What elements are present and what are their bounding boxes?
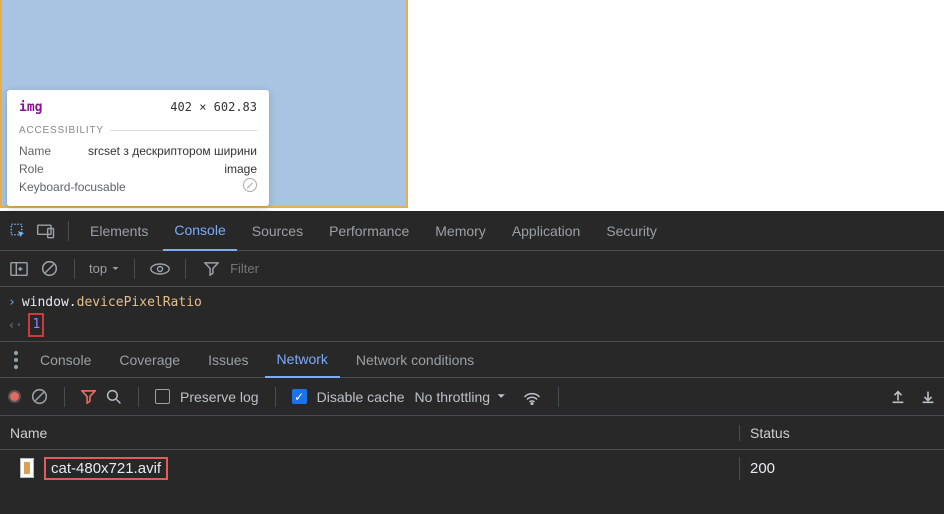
preserve-log-checkbox[interactable] bbox=[155, 389, 170, 404]
separator bbox=[138, 387, 139, 407]
clear-console-icon[interactable] bbox=[38, 258, 60, 280]
throttling-value: No throttling bbox=[415, 389, 490, 405]
chevron-down-icon bbox=[494, 391, 512, 403]
role-label: Role bbox=[19, 160, 44, 178]
tab-console[interactable]: Console bbox=[163, 211, 236, 251]
separator bbox=[134, 259, 135, 279]
prompt-icon: › bbox=[8, 293, 16, 313]
network-conditions-icon[interactable] bbox=[522, 389, 542, 405]
keyboard-focusable-label: Keyboard-focusable bbox=[19, 178, 126, 196]
console-input-line: › window.devicePixelRatio bbox=[8, 293, 936, 313]
context-label: top bbox=[89, 261, 107, 276]
file-icon bbox=[20, 458, 34, 478]
filter-input[interactable] bbox=[230, 261, 350, 276]
tab-security[interactable]: Security bbox=[595, 211, 668, 251]
preserve-log-label: Preserve log bbox=[180, 389, 259, 405]
tab-memory[interactable]: Memory bbox=[424, 211, 497, 251]
console-result-line: ‹· 1 bbox=[8, 313, 936, 337]
tab-performance[interactable]: Performance bbox=[318, 211, 420, 251]
main-tabbar: Elements Console Sources Performance Mem… bbox=[0, 211, 944, 251]
upload-icon[interactable] bbox=[890, 389, 906, 405]
devtools-panel: Elements Console Sources Performance Mem… bbox=[0, 211, 944, 514]
result-arrow-icon: ‹· bbox=[8, 315, 22, 335]
context-selector[interactable]: top bbox=[89, 261, 120, 276]
network-toolbar: Preserve log Disable cache No throttling bbox=[0, 378, 944, 416]
tooltip-tag: img bbox=[19, 100, 42, 115]
console-toolbar: top bbox=[0, 251, 944, 287]
column-name[interactable]: Name bbox=[0, 425, 740, 441]
inspect-icon[interactable] bbox=[6, 219, 30, 243]
name-label: Name bbox=[19, 142, 51, 160]
element-tooltip: img 402 × 602.83 ACCESSIBILITY Name srcse… bbox=[7, 90, 269, 206]
drawer-tabbar: Console Coverage Issues Network Network … bbox=[0, 342, 944, 378]
disable-cache-label: Disable cache bbox=[317, 389, 405, 405]
separator bbox=[64, 387, 65, 407]
code-object: window bbox=[22, 295, 69, 310]
network-table-header: Name Status bbox=[0, 416, 944, 450]
tooltip-section-label: ACCESSIBILITY bbox=[19, 125, 257, 136]
separator bbox=[185, 259, 186, 279]
clear-icon[interactable] bbox=[31, 388, 48, 405]
filter-icon bbox=[200, 258, 222, 280]
table-row[interactable]: cat-480x721.avif 200 bbox=[0, 450, 944, 486]
tab-sources[interactable]: Sources bbox=[241, 211, 314, 251]
chevron-down-icon bbox=[111, 264, 120, 273]
search-icon[interactable] bbox=[106, 389, 122, 405]
viewport: img 402 × 602.83 ACCESSIBILITY Name srcse… bbox=[0, 0, 944, 211]
drawer-tab-coverage[interactable]: Coverage bbox=[107, 342, 192, 378]
download-icon[interactable] bbox=[920, 389, 936, 405]
tab-application[interactable]: Application bbox=[501, 211, 592, 251]
drawer-tab-network-conditions[interactable]: Network conditions bbox=[344, 342, 486, 378]
filter-icon[interactable] bbox=[81, 389, 96, 404]
not-focusable-icon bbox=[243, 178, 257, 192]
tab-elements[interactable]: Elements bbox=[79, 211, 159, 251]
drawer-tab-console[interactable]: Console bbox=[28, 342, 103, 378]
console-result: 1 bbox=[28, 313, 44, 337]
tooltip-dimensions: 402 × 602.83 bbox=[170, 100, 257, 114]
drawer-tab-issues[interactable]: Issues bbox=[196, 342, 260, 378]
request-status: 200 bbox=[740, 460, 944, 477]
separator bbox=[74, 259, 75, 279]
device-toggle-icon[interactable] bbox=[34, 219, 58, 243]
separator bbox=[68, 221, 69, 241]
role-value: image bbox=[224, 160, 257, 178]
disable-cache-checkbox[interactable] bbox=[292, 389, 307, 404]
throttling-selector[interactable]: No throttling bbox=[415, 389, 512, 405]
more-icon[interactable] bbox=[8, 351, 24, 369]
live-expression-icon[interactable] bbox=[149, 258, 171, 280]
name-value: srcset з дескриптором ширини bbox=[88, 142, 257, 160]
separator bbox=[275, 387, 276, 407]
drawer-tab-network[interactable]: Network bbox=[265, 342, 340, 378]
separator bbox=[558, 387, 559, 407]
request-name: cat-480x721.avif bbox=[44, 457, 168, 480]
column-status[interactable]: Status bbox=[740, 425, 944, 441]
code-property: devicePixelRatio bbox=[77, 295, 202, 310]
record-button[interactable] bbox=[8, 390, 21, 403]
sidebar-toggle-icon[interactable] bbox=[8, 258, 30, 280]
console-body[interactable]: › window.devicePixelRatio ‹· 1 bbox=[0, 287, 944, 342]
